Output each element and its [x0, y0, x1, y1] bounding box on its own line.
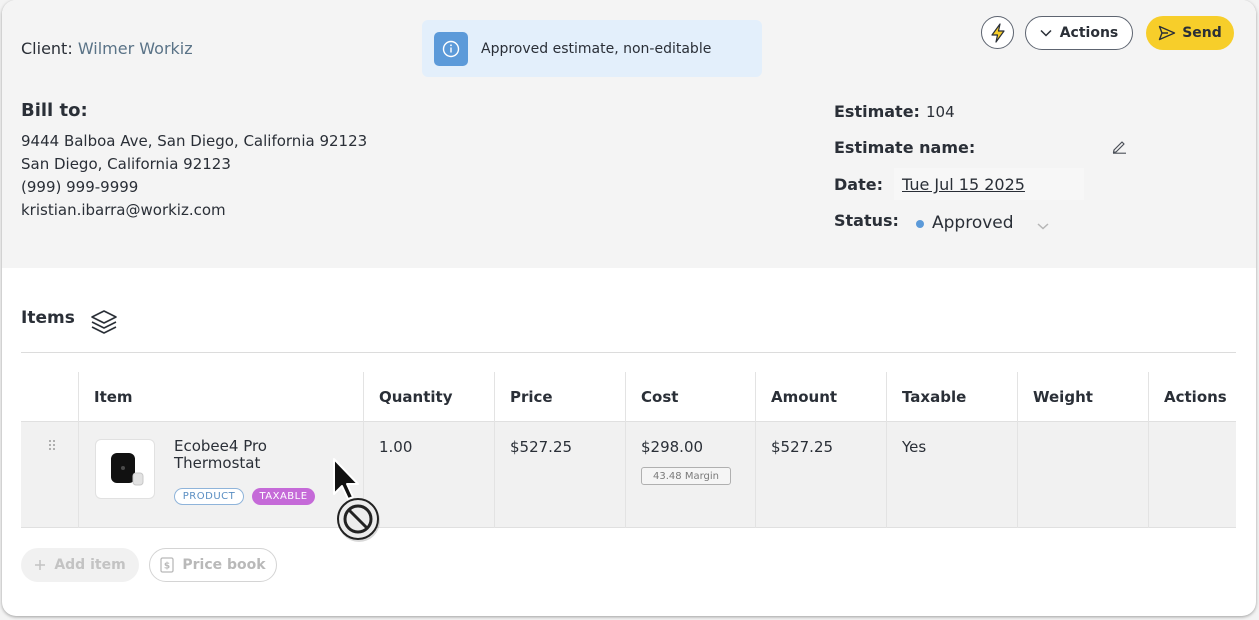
client-label: Client:	[21, 39, 73, 58]
margin-badge: 43.48 Margin	[641, 467, 731, 485]
table-row[interactable]: Ecobee4 Pro Thermostat PRODUCT TAXABLE 1…	[21, 422, 1236, 528]
item-weight	[1017, 422, 1033, 438]
price-book-button[interactable]: $ Price book	[149, 548, 277, 582]
column-header-weight: Weight	[1033, 388, 1093, 406]
table-header: Item Quantity Price Cost Amount Taxable …	[21, 372, 1236, 422]
actions-label: Actions	[1059, 25, 1119, 41]
estimate-name-label: Estimate name:	[834, 138, 976, 157]
column-separator	[78, 372, 79, 528]
not-allowed-cursor-icon	[330, 456, 390, 552]
drag-handle-icon[interactable]	[48, 438, 56, 457]
notice-text: Approved estimate, non-editable	[481, 40, 712, 57]
add-item-label: Add item	[54, 557, 126, 573]
column-header-taxable: Taxable	[902, 388, 967, 406]
column-separator	[886, 372, 887, 528]
bill-to-title: Bill to:	[21, 100, 88, 121]
item-price: $527.25	[510, 438, 573, 456]
estimate-card: Client: Wilmer Workiz Approved estimate,…	[2, 0, 1256, 616]
lightning-bolt-icon	[990, 22, 1005, 43]
column-header-item: Item	[94, 388, 133, 406]
estimate-header: Client: Wilmer Workiz Approved estimate,…	[2, 0, 1256, 268]
date-field[interactable]: Tue Jul 15 2025	[894, 168, 1084, 200]
add-item-button[interactable]: Add item	[21, 548, 139, 582]
column-header-quantity: Quantity	[379, 388, 453, 406]
status-select[interactable]: Approved	[932, 213, 1014, 233]
send-label: Send	[1182, 25, 1222, 41]
client-field: Client: Wilmer Workiz	[21, 39, 193, 58]
taxable-tag: TAXABLE	[252, 488, 315, 505]
product-thumbnail	[95, 439, 155, 499]
bill-to-address-line2: San Diego, California 92123	[21, 155, 231, 173]
price-book-icon: $	[160, 557, 175, 573]
send-icon	[1159, 25, 1176, 41]
date-label: Date:	[834, 175, 883, 194]
column-separator	[755, 372, 756, 528]
price-book-label: Price book	[182, 557, 266, 573]
plus-icon	[35, 560, 46, 570]
client-name-link[interactable]: Wilmer Workiz	[78, 39, 193, 58]
status-label: Status:	[834, 211, 899, 230]
bill-to-email: kristian.ibarra@workiz.com	[21, 201, 226, 219]
column-header-price: Price	[510, 388, 553, 406]
items-divider	[21, 352, 1236, 353]
edit-pencil-icon[interactable]	[1112, 139, 1127, 158]
chevron-down-icon[interactable]	[1036, 216, 1050, 235]
approved-notice: Approved estimate, non-editable	[422, 20, 762, 77]
actions-button[interactable]: Actions	[1025, 16, 1133, 50]
column-header-amount: Amount	[771, 388, 838, 406]
bill-to-address-line1: 9444 Balboa Ave, San Diego, California 9…	[21, 132, 368, 150]
product-tag: PRODUCT	[174, 488, 244, 505]
item-name: Ecobee4 Pro Thermostat	[174, 437, 267, 472]
items-title: Items	[21, 308, 75, 328]
chevron-down-icon	[1040, 29, 1052, 37]
column-separator	[1017, 372, 1018, 528]
item-taxable: Yes	[902, 438, 927, 456]
column-header-cost: Cost	[641, 388, 679, 406]
column-separator	[494, 372, 495, 528]
status-dot	[916, 220, 924, 228]
estimate-number: 104	[926, 103, 955, 121]
estimate-number-label: Estimate:	[834, 102, 920, 121]
layers-icon[interactable]	[90, 308, 118, 340]
info-icon	[434, 31, 468, 66]
send-button[interactable]: Send	[1146, 16, 1234, 50]
svg-text:$: $	[164, 562, 170, 572]
item-quantity: 1.00	[379, 438, 413, 456]
column-header-actions: Actions	[1164, 388, 1227, 406]
item-amount: $527.25	[771, 438, 834, 456]
automation-button[interactable]	[981, 16, 1014, 49]
column-separator	[1148, 372, 1149, 528]
items-table: Item Quantity Price Cost Amount Taxable …	[21, 372, 1236, 528]
bill-to-phone: (999) 999-9999	[21, 178, 139, 196]
column-separator	[625, 372, 626, 528]
item-cost: $298.00	[641, 438, 704, 456]
